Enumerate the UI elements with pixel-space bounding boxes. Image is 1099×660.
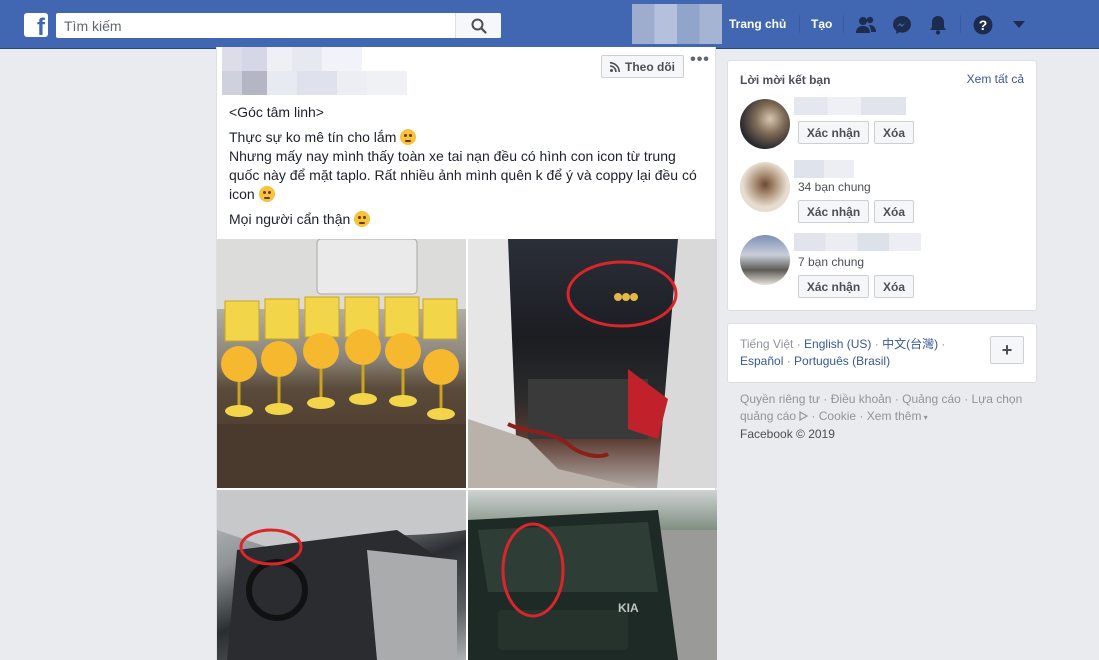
copyright-text: Facebook © 2019	[740, 427, 835, 441]
avatar[interactable]	[740, 235, 790, 285]
nav-create-link[interactable]: Tạo	[811, 17, 832, 31]
post-photo-crushed-car[interactable]	[217, 490, 466, 660]
pleading-face-emoji-icon	[354, 211, 371, 227]
language-link[interactable]: 中文(台灣)	[882, 337, 938, 351]
confirm-request-button[interactable]: Xác nhận	[798, 275, 869, 298]
post-options-more-icon[interactable]: •••	[689, 52, 711, 71]
facebook-logo-icon[interactable]: f	[24, 13, 48, 40]
nav-home-link[interactable]: Trang chủ	[729, 17, 786, 31]
follow-button-label: Theo dõi	[625, 59, 675, 74]
mutual-friends-count: 7 bạn chung	[798, 255, 865, 269]
friend-request-item: 7 bạn chung Xác nhận Xóa	[740, 233, 1030, 298]
confirm-request-button[interactable]: Xác nhận	[798, 121, 869, 144]
post-line: Mọi người cẩn thận	[229, 211, 351, 227]
requester-name-blurred[interactable]	[794, 160, 854, 178]
language-list: Tiếng Việt · English (US) · 中文(台灣) · Esp…	[740, 337, 946, 368]
profile-name-blurred[interactable]	[632, 4, 722, 44]
search-input[interactable]	[56, 13, 455, 38]
confirm-request-button[interactable]: Xác nhận	[798, 200, 869, 223]
news-feed-post: Theo dõi ••• <Góc tâm linh> Thực sự ko m…	[216, 47, 717, 660]
avatar[interactable]	[740, 99, 790, 149]
advertising-link[interactable]: Quảng cáo	[902, 392, 961, 406]
caret-down-icon: ▾	[921, 413, 928, 422]
language-selector-card: Tiếng Việt · English (US) · 中文(台灣) · Esp…	[727, 323, 1037, 383]
requester-name-blurred[interactable]	[794, 97, 906, 115]
post-line: Thực sự ko mê tín cho lắm	[229, 129, 397, 145]
help-icon[interactable]: ?	[972, 14, 994, 36]
svg-text:?: ?	[979, 17, 988, 33]
post-paragraph: Mọi người cẩn thận	[229, 210, 705, 229]
see-all-link[interactable]: Xem tất cả	[967, 72, 1024, 86]
post-photo-truck-front[interactable]: KIA	[468, 490, 717, 660]
current-language: Tiếng Việt	[740, 337, 794, 351]
top-navigation-bar: f Trang chủ Tạo ?	[0, 0, 1099, 49]
more-languages-plus-button[interactable]: +	[990, 336, 1024, 364]
ad-choices-icon	[799, 410, 809, 422]
post-photo-crashed-dashboard[interactable]	[468, 239, 717, 488]
notifications-bell-icon[interactable]	[927, 14, 949, 36]
search-button[interactable]	[455, 13, 501, 38]
post-paragraph: Thực sự ko mê tín cho lắm Nhưng mấy nay …	[229, 128, 705, 204]
nav-divider	[843, 15, 844, 33]
language-link[interactable]: Español	[740, 354, 783, 368]
relieved-face-emoji-icon	[400, 129, 417, 145]
nav-divider	[799, 15, 800, 33]
follow-button[interactable]: Theo dõi	[601, 55, 684, 78]
search-icon	[471, 18, 487, 34]
sad-face-emoji-icon	[258, 186, 275, 202]
post-photo-emoji-figurines[interactable]	[217, 239, 466, 488]
nav-divider	[960, 15, 961, 33]
requester-name-blurred[interactable]	[794, 233, 921, 251]
rss-feed-icon	[610, 61, 620, 72]
terms-link[interactable]: Điều khoản	[831, 392, 892, 406]
footer-links: Quyền riêng tư · Điều khoản · Quảng cáo …	[740, 392, 1023, 441]
post-body-text: <Góc tâm linh> Thực sự ko mê tín cho lắm…	[229, 103, 705, 235]
account-menu-chevron-down-icon[interactable]	[1008, 14, 1030, 36]
cookie-link[interactable]: Cookie	[819, 409, 856, 423]
svg-text:KIA: KIA	[618, 601, 639, 615]
friend-request-item: Xác nhận Xóa	[740, 97, 1030, 157]
language-link[interactable]: Português (Brasil)	[794, 354, 890, 368]
see-more-link[interactable]: Xem thêm	[867, 409, 922, 423]
messenger-icon[interactable]	[891, 14, 913, 36]
mutual-friends-count: 34 bạn chung	[798, 180, 871, 194]
delete-request-button[interactable]: Xóa	[874, 200, 914, 223]
post-line-header: <Góc tâm linh>	[229, 104, 324, 120]
delete-request-button[interactable]: Xóa	[874, 121, 914, 144]
language-link[interactable]: English (US)	[804, 337, 871, 351]
friend-request-item: 34 bạn chung Xác nhận Xóa	[740, 160, 1030, 223]
privacy-link[interactable]: Quyền riêng tư	[740, 392, 820, 406]
friend-requests-title: Lời mời kết bạn	[740, 73, 831, 87]
avatar[interactable]	[740, 162, 790, 212]
search-box	[56, 13, 501, 38]
friend-requests-icon[interactable]	[855, 14, 877, 36]
friend-requests-card: Lời mời kết bạn Xem tất cả Xác nhận Xóa …	[727, 60, 1037, 311]
delete-request-button[interactable]: Xóa	[874, 275, 914, 298]
post-line: Nhưng mấy nay mình thấy toàn xe tai nạn …	[229, 148, 697, 202]
author-info-blurred[interactable]	[222, 47, 407, 95]
